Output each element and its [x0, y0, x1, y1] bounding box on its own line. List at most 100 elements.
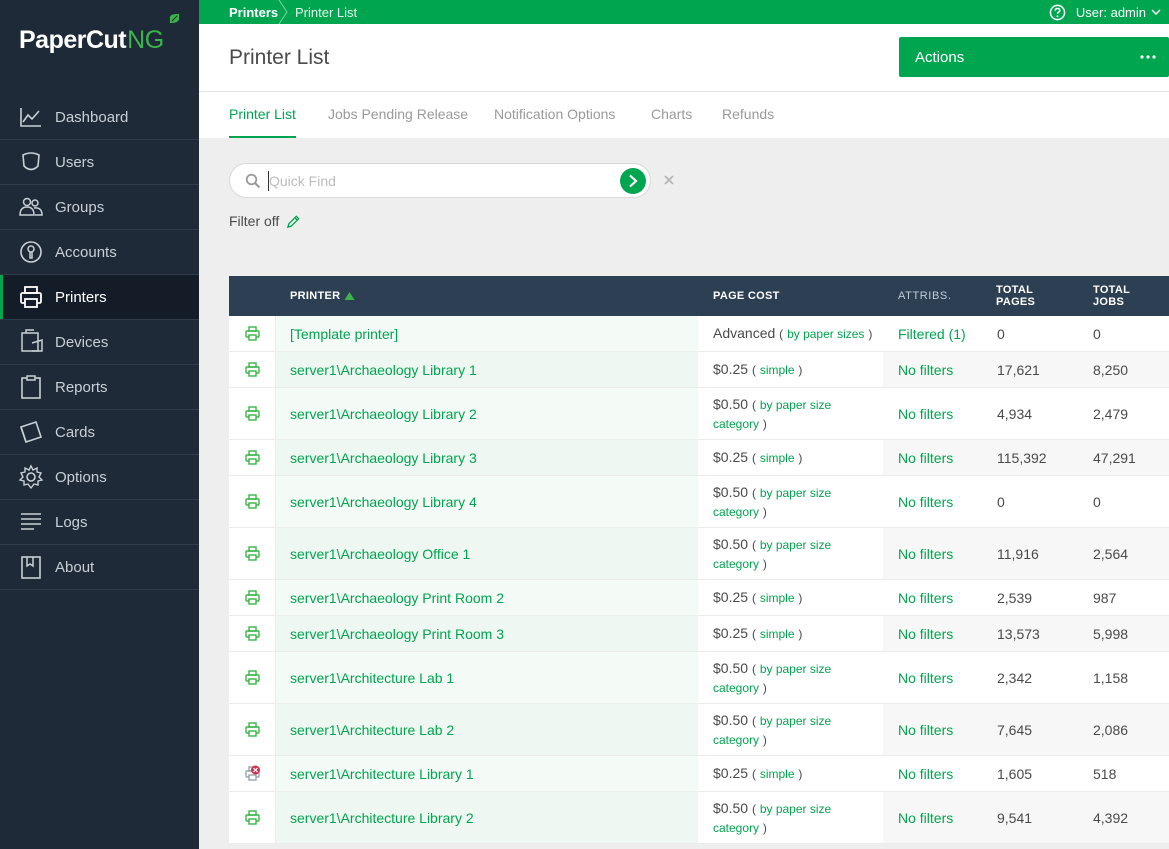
printer-name-link[interactable]: server1\Architecture Library 1 [276, 756, 698, 791]
page-cost-cell: $0.25 ( simple ) [698, 440, 883, 475]
table-row[interactable]: server1\Archaeology Print Room 3 $0.25 ( … [229, 616, 1169, 652]
sidebar-item-printers[interactable]: Printers [0, 275, 199, 320]
column-printer[interactable]: PRINTER [290, 290, 355, 302]
sidebar-item-devices[interactable]: Devices [0, 320, 199, 365]
attribs-link[interactable]: No filters [898, 528, 953, 579]
table-row[interactable]: server1\Archaeology Office 1 $0.50 ( by p… [229, 528, 1169, 580]
sidebar-item-logs[interactable]: Logs [0, 500, 199, 545]
papercut-logo[interactable]: PaperCut NG [19, 13, 180, 56]
sidebar-item-users[interactable]: Users [0, 140, 199, 185]
printer-name-link[interactable]: server1\Archaeology Library 2 [276, 388, 698, 439]
table-row[interactable]: server1\Architecture Lab 1 $0.50 ( by pap… [229, 652, 1169, 704]
printer-name-link[interactable]: server1\Architecture Lab 2 [276, 704, 698, 755]
filter-status: Filter off [229, 213, 301, 229]
accounts-icon [20, 241, 42, 263]
printer-name-link[interactable]: server1\Architecture Lab 1 [276, 652, 698, 703]
printer-name-link[interactable]: server1\Archaeology Library 4 [276, 476, 698, 527]
printer-icon [245, 589, 260, 605]
breadcrumb-printer-list[interactable]: Printer List [295, 3, 357, 21]
attribs-link[interactable]: No filters [898, 704, 953, 755]
sidebar-item-reports[interactable]: Reports [0, 365, 199, 410]
sidebar-item-groups[interactable]: Groups [0, 185, 199, 230]
table-row[interactable]: server1\Archaeology Library 1 $0.25 ( sim… [229, 352, 1169, 388]
printer-icon [245, 405, 260, 421]
sidebar-item-label: Options [55, 468, 107, 486]
attribs-link[interactable]: No filters [898, 756, 953, 791]
printer-name-link[interactable]: server1\Archaeology Print Room 3 [276, 616, 698, 651]
tab-charts[interactable]: Charts [651, 106, 692, 138]
page-cost-cell: $0.50 ( by paper size category ) [698, 652, 883, 703]
printer-name-link[interactable]: server1\Archaeology Library 3 [276, 440, 698, 475]
total-pages-value: 2,539 [997, 589, 1033, 606]
printer-status-cell [229, 476, 276, 527]
total-jobs-value: 0 [1093, 493, 1101, 510]
table-row[interactable]: [Template printer] Advanced ( by paper si… [229, 316, 1169, 352]
column-total-pages[interactable]: TOTAL PAGES [996, 284, 1035, 308]
column-total-jobs[interactable]: TOTAL JOBS [1093, 284, 1130, 308]
attribs-link[interactable]: No filters [898, 616, 953, 651]
attribs-link[interactable]: No filters [898, 352, 953, 387]
attribs-link[interactable]: No filters [898, 388, 953, 439]
total-jobs-value: 2,086 [1093, 721, 1129, 738]
tab-bar: Printer List Jobs Pending Release Notifi… [199, 92, 1169, 138]
breadcrumb-printers[interactable]: Printers [229, 3, 278, 21]
printer-name-link[interactable]: server1\Archaeology Print Room 2 [276, 580, 698, 615]
cost-type-link[interactable]: simple [760, 627, 795, 641]
tab-refunds[interactable]: Refunds [722, 106, 774, 138]
user-menu[interactable]: User: admin [1049, 2, 1161, 22]
printer-name-link[interactable]: server1\Archaeology Library 1 [276, 352, 698, 387]
total-jobs-value: 47,291 [1093, 449, 1136, 466]
total-pages-value: 0 [997, 493, 1005, 510]
edit-pencil-icon[interactable] [286, 214, 301, 229]
sidebar-item-accounts[interactable]: Accounts [0, 230, 199, 275]
table-row[interactable]: server1\Archaeology Print Room 2 $0.25 ( … [229, 580, 1169, 616]
total-jobs-value: 2,564 [1093, 545, 1129, 562]
table-row[interactable]: server1\Archaeology Library 2 $0.50 ( by … [229, 388, 1169, 440]
actions-button[interactable]: Actions [899, 37, 1169, 77]
table-row[interactable]: server1\Architecture Lab 2 $0.50 ( by pap… [229, 704, 1169, 756]
printer-name-link[interactable]: [Template printer] [276, 316, 698, 351]
total-pages-value: 115,392 [997, 449, 1047, 466]
search-go-button[interactable] [620, 168, 646, 194]
total-pages-value: 13,573 [997, 625, 1040, 642]
table-row[interactable]: server1\Archaeology Library 4 $0.50 ( by … [229, 476, 1169, 528]
sidebar-item-dashboard[interactable]: Dashboard [0, 95, 199, 140]
sidebar-item-options[interactable]: Options [0, 455, 199, 500]
help-icon[interactable] [1049, 4, 1066, 21]
quick-find-input[interactable] [268, 171, 608, 191]
attribs-link[interactable]: No filters [898, 792, 953, 843]
column-total-jobs-line2: JOBS [1093, 296, 1125, 308]
total-jobs-value: 518 [1093, 765, 1117, 782]
tab-jobs-pending-release[interactable]: Jobs Pending Release [328, 106, 468, 138]
cost-type-link[interactable]: simple [760, 363, 795, 377]
printer-status-cell [229, 388, 276, 439]
about-icon [21, 556, 41, 579]
cost-type-link[interactable]: by paper sizes [787, 327, 864, 341]
page-cost-value: $0.25 [713, 361, 749, 377]
page-cost-value: $0.50 [713, 483, 749, 500]
sidebar-item-about[interactable]: About [0, 545, 199, 590]
printer-table: PRINTER PAGE COST ATTRIBS. TOTAL PAGES T… [229, 276, 1169, 844]
sidebar-item-cards[interactable]: Cards [0, 410, 199, 455]
printer-icon [245, 325, 260, 341]
tab-notification-options[interactable]: Notification Options [494, 106, 615, 138]
attribs-link[interactable]: No filters [898, 580, 953, 615]
cost-type-link[interactable]: simple [760, 451, 795, 465]
attribs-link[interactable]: No filters [898, 440, 953, 475]
tab-printer-list[interactable]: Printer List [229, 106, 296, 138]
attribs-link[interactable]: Filtered (1) [898, 316, 966, 351]
page-cost-value: Advanced [713, 325, 776, 341]
table-row[interactable]: server1\Architecture Library 1 $0.25 ( si… [229, 756, 1169, 792]
cost-type-link[interactable]: simple [760, 591, 795, 605]
table-row[interactable]: server1\Archaeology Library 3 $0.25 ( sim… [229, 440, 1169, 476]
attribs-link[interactable]: No filters [898, 652, 953, 703]
attribs-link[interactable]: No filters [898, 476, 953, 527]
column-page-cost[interactable]: PAGE COST [713, 290, 780, 302]
printer-name-link[interactable]: server1\Archaeology Office 1 [276, 528, 698, 579]
printer-name-link[interactable]: server1\Architecture Library 2 [276, 792, 698, 843]
page-cost-cell: $0.50 ( by paper size category ) [698, 388, 883, 439]
total-pages-value: 0 [997, 325, 1005, 342]
clear-search-icon[interactable] [663, 174, 675, 186]
table-row[interactable]: server1\Architecture Library 2 $0.50 ( by… [229, 792, 1169, 844]
cost-type-link[interactable]: simple [760, 767, 795, 781]
